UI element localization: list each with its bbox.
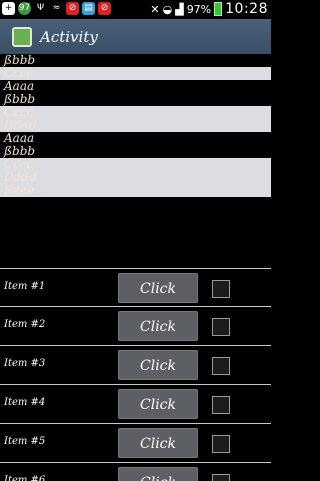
- list-item[interactable]: Aaaa ßbbb: [0, 132, 271, 158]
- list-item-line: Aaaa: [4, 79, 35, 93]
- item-list[interactable]: Item #1 Click Item #2 Click Item #3 Click Item…: [0, 268, 271, 481]
- table-row: Item #4 Click: [0, 385, 271, 424]
- battery-icon: [214, 2, 223, 16]
- item-checkbox[interactable]: [212, 318, 230, 336]
- item-label: Item #1: [4, 281, 46, 292]
- list-item-line: Cccc: [4, 157, 34, 171]
- list-item-line: Aaaa: [4, 131, 35, 145]
- list-item[interactable]: ßbbb: [0, 54, 271, 67]
- table-row: Item #5 Click: [0, 424, 271, 463]
- cell-signal-icon: ▟: [175, 2, 184, 16]
- list-item-line: ßbbb: [4, 54, 36, 67]
- battery-percent: 97%: [186, 2, 212, 16]
- badge-97-icon: 97: [18, 2, 31, 15]
- table-row: Item #2 Click: [0, 307, 271, 346]
- plus-icon: +: [2, 2, 15, 15]
- item-label: Item #6: [4, 475, 46, 481]
- app-icon[interactable]: [12, 26, 32, 47]
- item-checkbox[interactable]: [212, 396, 230, 414]
- wifi-signal-icon: ◒: [162, 2, 173, 16]
- click-button[interactable]: Click: [118, 467, 198, 481]
- table-row: Item #3 Click: [0, 346, 271, 385]
- list-item-line: ßbbb: [4, 144, 36, 158]
- item-label: Item #2: [4, 319, 46, 330]
- blocked-icon: ⊘: [98, 2, 111, 15]
- item-checkbox[interactable]: [212, 474, 230, 481]
- mute-icon: ✕: [150, 2, 160, 16]
- page-title: Activity: [40, 27, 98, 46]
- notification-icons: + 97 Ψ ≈ ⊘ ▤ ⊘: [2, 2, 111, 15]
- clock: 10:28: [225, 1, 268, 17]
- action-bar: Activity: [0, 19, 271, 55]
- list-item[interactable]: Cccc Dddd: [0, 106, 271, 132]
- item-checkbox[interactable]: [212, 280, 230, 298]
- item-label: Item #4: [4, 397, 46, 408]
- list-item-line: Dddd: [4, 118, 37, 132]
- item-label: Item #5: [4, 436, 46, 447]
- list-item-line: ßbbb: [4, 92, 36, 106]
- item-label: Item #3: [4, 358, 46, 369]
- item-checkbox[interactable]: [212, 357, 230, 375]
- list-item-line: Cccc: [4, 66, 34, 80]
- item-checkbox[interactable]: [212, 435, 230, 453]
- click-button[interactable]: Click: [118, 389, 198, 419]
- click-button[interactable]: Click: [118, 428, 198, 458]
- click-button[interactable]: Click: [118, 273, 198, 303]
- wifi-icon: ≈: [52, 3, 61, 13]
- system-status: ✕ ◒ ▟ 97% 10:28: [150, 1, 268, 17]
- list-item[interactable]: Cccc Dddd Eeee: [0, 158, 271, 197]
- blocked-icon: ⊘: [66, 2, 79, 15]
- list-item-line: Eeee: [4, 183, 35, 197]
- list-item-line: Dddd: [4, 170, 37, 184]
- screen: + 97 Ψ ≈ ⊘ ▤ ⊘ ✕ ◒ ▟ 97% 10:28 Activity …: [0, 0, 271, 481]
- click-button[interactable]: Click: [118, 311, 198, 341]
- list-item[interactable]: Aaaa ßbbb: [0, 80, 271, 106]
- table-row: Item #6 Click: [0, 463, 271, 481]
- list-item[interactable]: Cccc: [0, 67, 271, 80]
- top-list[interactable]: ßbbb Cccc Aaaa ßbbb Cccc Dddd Aaaa ßbbb Cccc Dddd…: [0, 54, 271, 246]
- click-button[interactable]: Click: [118, 350, 198, 380]
- status-bar: + 97 Ψ ≈ ⊘ ▤ ⊘ ✕ ◒ ▟ 97% 10:28: [0, 0, 271, 19]
- usb-icon: Ψ: [36, 3, 45, 13]
- photo-icon: ▤: [82, 2, 95, 15]
- table-row: Item #1 Click: [0, 268, 271, 307]
- list-item-line: Cccc: [4, 105, 34, 119]
